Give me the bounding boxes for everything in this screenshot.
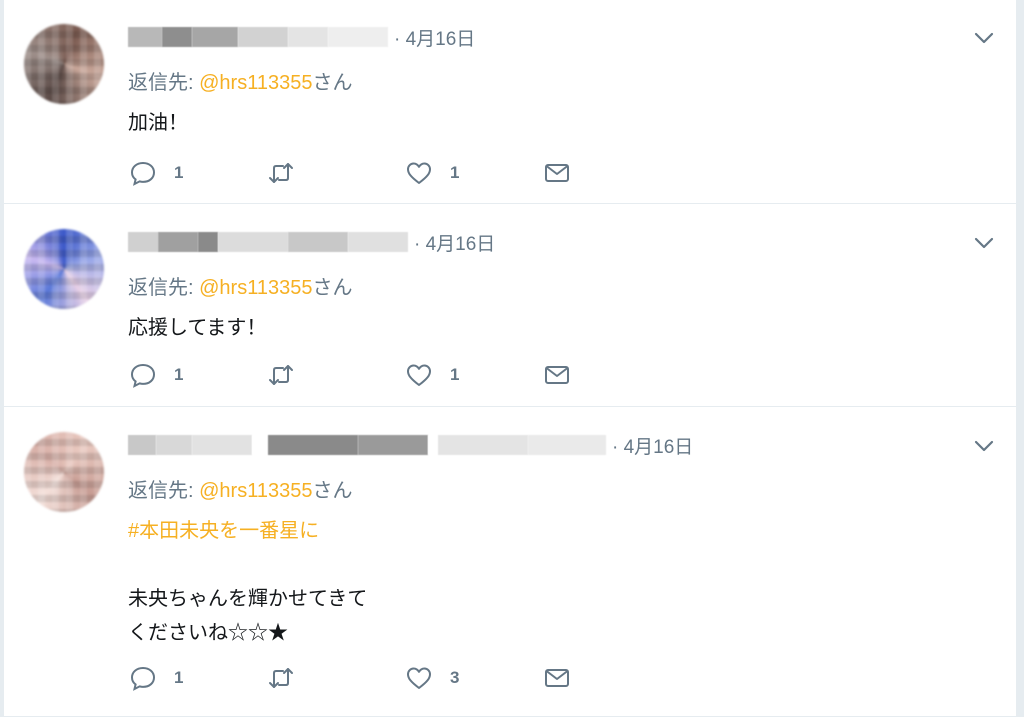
like-button[interactable]: 1: [404, 360, 542, 390]
like-count: 1: [450, 365, 460, 384]
retweet-button[interactable]: [266, 360, 404, 390]
reply-context: 返信先: @hrs113355さん: [128, 474, 352, 503]
blurred-username[interactable]: [128, 232, 408, 252]
reply-context: 返信先: @hrs113355さん: [128, 271, 352, 300]
retweet-button[interactable]: [266, 663, 404, 693]
envelope-icon: [545, 164, 569, 182]
envelope-icon: [545, 366, 569, 384]
tweet-actions: 1 3: [128, 663, 680, 693]
retweet-icon: [269, 365, 293, 385]
chevron-down-icon[interactable]: [972, 434, 996, 458]
direct-message-button[interactable]: [542, 360, 680, 390]
direct-message-button[interactable]: [542, 158, 680, 188]
reply-prefix: 返信先:: [128, 277, 200, 299]
reply-context: 返信先: @hrs113355さん: [128, 66, 352, 95]
tweet-actions: 1 1: [128, 158, 680, 188]
like-count: 1: [450, 163, 460, 182]
retweet-button[interactable]: [266, 158, 404, 188]
tweet-text: 加油！: [128, 112, 188, 134]
tweet[interactable]: · 4月16日 返信先: @hrs113355さん 応援してます！ 1 1: [4, 205, 1016, 407]
chevron-down-icon[interactable]: [972, 231, 996, 255]
reply-count: 1: [174, 365, 184, 384]
reply-button[interactable]: 1: [128, 360, 266, 390]
mention-link[interactable]: @hrs113355: [199, 277, 312, 299]
avatar[interactable]: [24, 24, 104, 104]
blurred-username[interactable]: [128, 27, 388, 47]
reply-prefix: 返信先:: [128, 480, 200, 502]
mention-link[interactable]: @hrs113355: [199, 72, 312, 94]
tweet-text: #本田未央を一番星に 未央ちゃんを輝かせてきて くださいね☆☆★: [128, 514, 367, 650]
retweet-icon: [269, 668, 293, 688]
blurred-username[interactable]: [128, 435, 606, 455]
reply-prefix: 返信先:: [128, 72, 200, 94]
like-count: 3: [450, 668, 460, 687]
reply-count: 1: [174, 668, 184, 687]
retweet-icon: [269, 163, 293, 183]
tweet-text: 応援してます！: [128, 317, 267, 339]
heart-icon: [407, 162, 431, 184]
reply-icon: [130, 161, 156, 186]
tweet[interactable]: · 4月16日 返信先: @hrs113355さん #本田未央を一番星に 未央ち…: [4, 408, 1016, 717]
reply-icon: [130, 666, 156, 691]
mention-link[interactable]: @hrs113355: [199, 480, 312, 502]
direct-message-button[interactable]: [542, 663, 680, 693]
reply-suffix: さん: [312, 480, 353, 502]
tweet[interactable]: · 4月16日 返信先: @hrs113355さん 加油！ 1 1: [4, 0, 1016, 204]
tweet-timestamp[interactable]: · 4月16日: [414, 229, 495, 256]
heart-icon: [407, 364, 431, 386]
like-button[interactable]: 1: [404, 158, 542, 188]
reply-suffix: さん: [312, 277, 353, 299]
tweet-actions: 1 1: [128, 360, 680, 390]
timeline: · 4月16日 返信先: @hrs113355さん 加油！ 1 1 · 4月16…: [4, 0, 1016, 717]
tweet-header: · 4月16日: [128, 227, 495, 257]
reply-count: 1: [174, 163, 184, 182]
reply-button[interactable]: 1: [128, 158, 266, 188]
like-button[interactable]: 3: [404, 663, 542, 693]
tweet-timestamp[interactable]: · 4月16日: [394, 24, 475, 51]
tweet-header: · 4月16日: [128, 430, 693, 460]
avatar[interactable]: [24, 229, 104, 309]
chevron-down-icon[interactable]: [972, 26, 996, 50]
heart-icon: [407, 667, 431, 689]
tweet-timestamp[interactable]: · 4月16日: [612, 432, 693, 459]
envelope-icon: [545, 669, 569, 687]
reply-suffix: さん: [312, 72, 353, 94]
reply-icon: [130, 363, 156, 388]
avatar[interactable]: [24, 432, 104, 512]
hashtag-link[interactable]: #本田未央を一番星に: [128, 520, 319, 542]
tweet-body: 未央ちゃんを輝かせてきて くださいね☆☆★: [128, 588, 368, 644]
tweet-header: · 4月16日: [128, 22, 475, 52]
reply-button[interactable]: 1: [128, 663, 266, 693]
